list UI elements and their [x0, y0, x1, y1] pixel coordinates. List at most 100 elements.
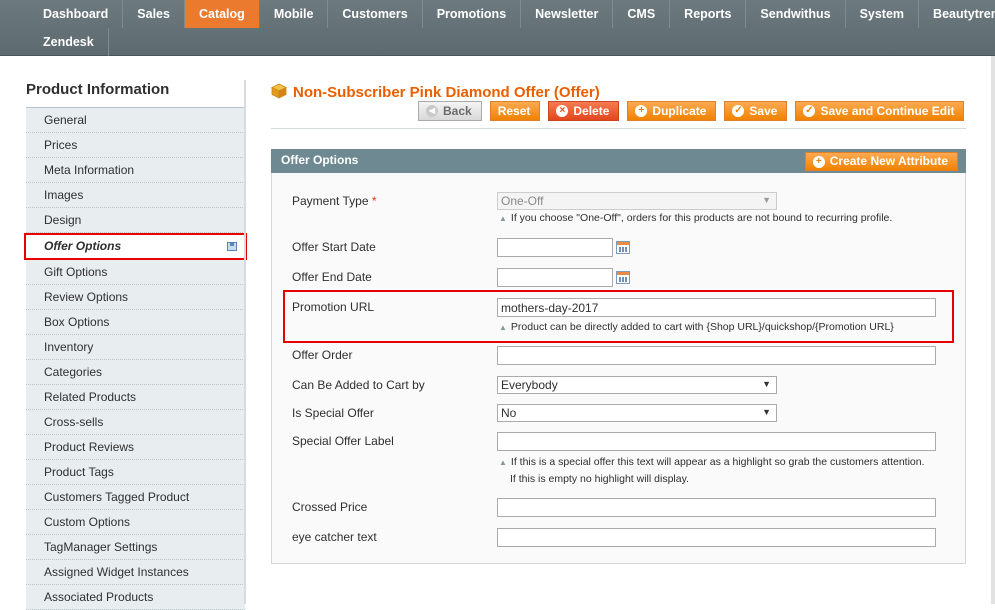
nav-zendesk[interactable]: Zendesk: [29, 28, 109, 56]
nav-mobile[interactable]: Mobile: [260, 0, 329, 28]
reset-button[interactable]: Reset: [489, 101, 541, 121]
duplicate-button[interactable]: + Duplicate: [627, 101, 717, 121]
sidebar-item-design[interactable]: Design: [26, 208, 245, 233]
sidebar-item-related-products[interactable]: Related Products: [26, 385, 245, 410]
delete-button[interactable]: × Delete: [548, 101, 620, 121]
sidebar-item-custom-options[interactable]: Custom Options: [26, 510, 245, 535]
save-continue-button[interactable]: ✓ Save and Continue Edit: [795, 101, 965, 121]
sidebar-item-general[interactable]: General: [26, 108, 245, 133]
eye-catcher-input[interactable]: [497, 528, 936, 547]
nav-system[interactable]: System: [846, 0, 920, 28]
sidebar-item-customers-tagged-product[interactable]: Customers Tagged Product: [26, 485, 245, 510]
back-label: Back: [443, 104, 472, 118]
delete-label: Delete: [573, 104, 610, 118]
payment-type-label-text: Payment Type: [292, 194, 369, 208]
nav-row-1: Dashboard Sales Catalog Mobile Customers…: [29, 0, 995, 28]
top-navigation: Dashboard Sales Catalog Mobile Customers…: [0, 0, 995, 56]
sidebar-item-associated-products[interactable]: Associated Products: [26, 585, 245, 610]
special-label-note-2: If this is empty no highlight will displ…: [510, 473, 689, 485]
offer-order-label: Offer Order: [292, 348, 353, 362]
create-attribute-label: Create New Attribute: [829, 154, 948, 168]
fieldset-header: Offer Options + Create New Attribute: [271, 149, 966, 173]
payment-type-value: One-Off: [501, 194, 544, 208]
plus-icon: +: [812, 155, 825, 168]
sidebar-item-product-reviews[interactable]: Product Reviews: [26, 435, 245, 460]
sidebar-item-cross-sells[interactable]: Cross-sells: [26, 410, 245, 435]
sidebar-item-assigned-widget-instances[interactable]: Assigned Widget Instances: [26, 560, 245, 585]
calendar-icon[interactable]: [616, 271, 630, 284]
payment-type-select[interactable]: One-Off ▼: [497, 192, 777, 210]
sidebar-item-box-options[interactable]: Box Options: [26, 310, 245, 335]
chevron-down-icon: ▼: [762, 195, 771, 205]
added-by-label: Can Be Added to Cart by: [292, 378, 425, 392]
duplicate-label: Duplicate: [652, 104, 707, 118]
eye-catcher-label: eye catcher text: [292, 530, 377, 544]
end-date-input[interactable]: [497, 268, 613, 287]
sidebar-item-prices[interactable]: Prices: [26, 133, 245, 158]
added-by-value: Everybody: [501, 378, 558, 392]
calendar-icon[interactable]: [616, 241, 630, 254]
page-title: Non-Subscriber Pink Diamond Offer (Offer…: [293, 84, 600, 101]
nav-cms[interactable]: CMS: [613, 0, 671, 28]
special-offer-label: Is Special Offer: [292, 406, 374, 420]
note-triangle-icon: ▲: [499, 458, 507, 467]
sidebar-item-categories[interactable]: Categories: [26, 360, 245, 385]
nav-sendwithus[interactable]: Sendwithus: [746, 0, 846, 28]
offer-order-input[interactable]: [497, 346, 936, 365]
special-label-label: Special Offer Label: [292, 434, 394, 448]
special-offer-value: No: [501, 406, 517, 420]
payment-type-note: ▲ If you choose "One-Off", orders for thi…: [499, 212, 892, 224]
special-label-note: ▲ If this is a special offer this text wi…: [499, 456, 925, 468]
check-icon: ✓: [732, 105, 745, 117]
save-continue-label: Save and Continue Edit: [820, 104, 955, 118]
chevron-down-icon: ▼: [762, 407, 771, 417]
page-scrollbar[interactable]: [991, 56, 995, 604]
sidebar-item-images[interactable]: Images: [26, 183, 245, 208]
product-info-sidebar: Product Information General Prices Meta …: [24, 78, 247, 610]
start-date-label: Offer Start Date: [292, 240, 376, 254]
plus-icon: +: [635, 105, 648, 117]
nav-customers[interactable]: Customers: [328, 0, 423, 28]
nav-beautytrends[interactable]: Beautytrends: [919, 0, 995, 28]
required-marker: *: [371, 194, 377, 208]
promotion-url-note: ▲ Product can be directly added to cart w…: [499, 321, 894, 333]
nav-promotions[interactable]: Promotions: [423, 0, 522, 28]
start-date-input[interactable]: [497, 238, 613, 257]
added-by-select[interactable]: Everybody ▼: [497, 376, 777, 394]
product-box-icon: [271, 83, 287, 99]
sidebar-item-product-tags[interactable]: Product Tags: [26, 460, 245, 485]
promotion-url-note-text: Product can be directly added to cart wi…: [510, 321, 894, 333]
promotion-url-input[interactable]: [497, 298, 936, 317]
save-button[interactable]: ✓ Save: [724, 101, 788, 121]
crossed-price-input[interactable]: [497, 498, 936, 517]
back-arrow-icon: ◀: [426, 105, 438, 117]
nav-sales[interactable]: Sales: [123, 0, 185, 28]
sidebar-item-offer-options[interactable]: Offer Options: [24, 233, 247, 260]
nav-catalog[interactable]: Catalog: [184, 0, 260, 28]
nav-row-2: Zendesk: [29, 28, 109, 56]
sidebar-item-tagmanager-settings[interactable]: TagManager Settings: [26, 535, 245, 560]
sidebar-item-review-options[interactable]: Review Options: [26, 285, 245, 310]
nav-dashboard[interactable]: Dashboard: [29, 0, 124, 28]
special-offer-select[interactable]: No ▼: [497, 404, 777, 422]
note-triangle-icon: ▲: [499, 323, 507, 332]
nav-newsletter[interactable]: Newsletter: [521, 0, 614, 28]
sidebar-title: Product Information: [26, 78, 245, 108]
create-attribute-button[interactable]: + Create New Attribute: [804, 152, 958, 171]
chevron-down-icon: ▼: [762, 379, 771, 389]
crossed-price-label: Crossed Price: [292, 500, 368, 514]
save-icon: [227, 242, 237, 251]
sidebar-item-gift-options[interactable]: Gift Options: [26, 260, 245, 285]
sidebar-item-inventory[interactable]: Inventory: [26, 335, 245, 360]
special-label-input[interactable]: [497, 432, 936, 451]
save-label: Save: [749, 104, 778, 118]
sidebar-item-meta-information[interactable]: Meta Information: [26, 158, 245, 183]
promotion-url-label: Promotion URL: [292, 300, 375, 314]
payment-type-label: Payment Type *: [292, 194, 377, 208]
sidebar-item-label: Offer Options: [44, 239, 122, 253]
back-button[interactable]: ◀ Back: [418, 101, 482, 121]
nav-reports[interactable]: Reports: [670, 0, 747, 28]
check-icon: ✓: [803, 105, 816, 117]
sidebar-divider: [244, 80, 246, 604]
payment-type-note-text: If you choose "One-Off", orders for this…: [510, 212, 893, 224]
